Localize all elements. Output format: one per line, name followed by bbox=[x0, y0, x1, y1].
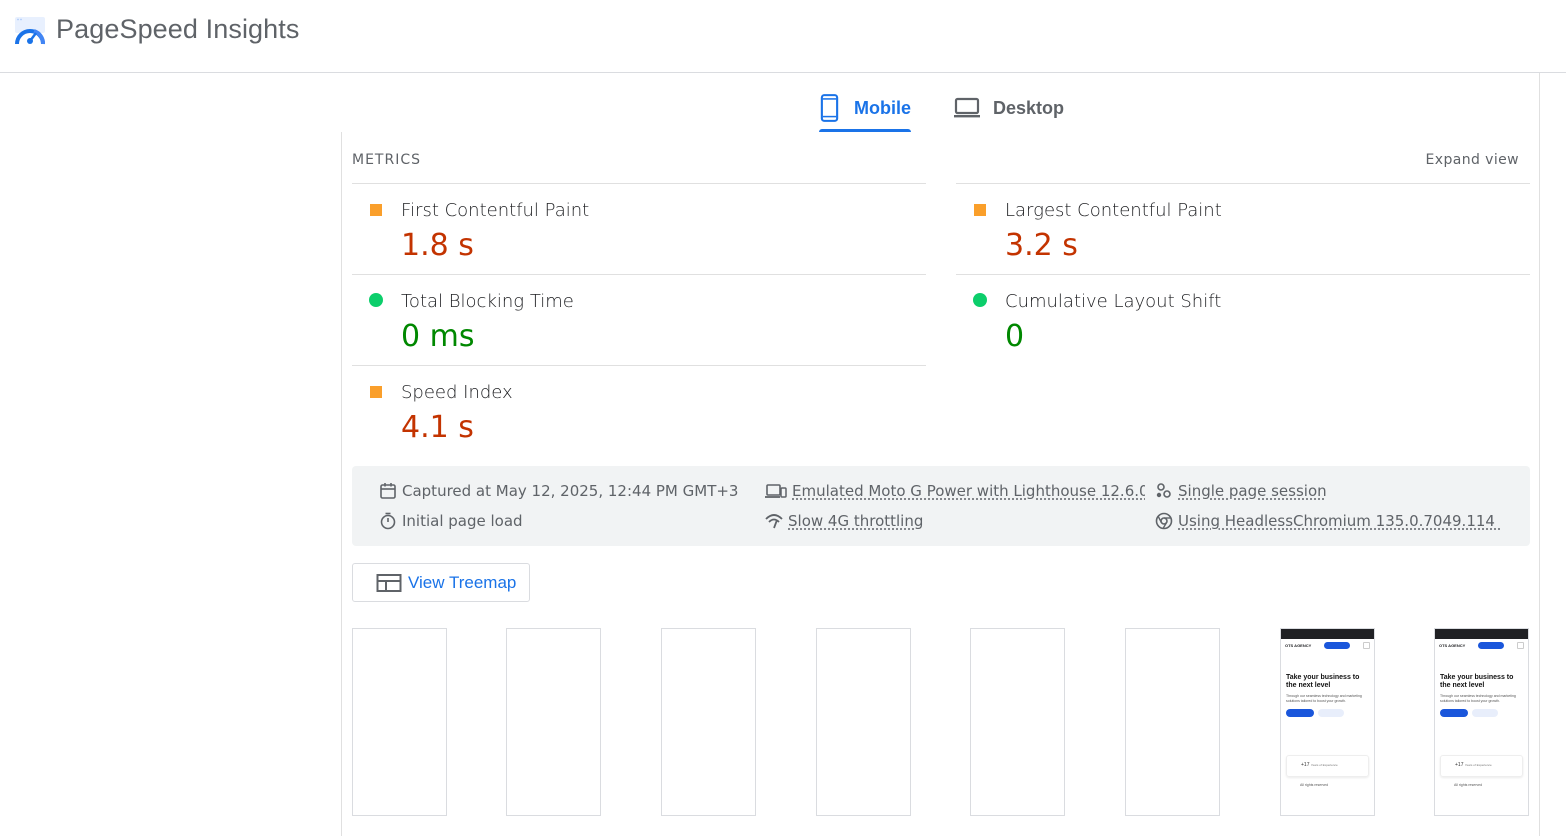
chrome-icon bbox=[1155, 512, 1173, 530]
metric-largest-contentful-paint: Largest Contentful Paint 3.2 s bbox=[956, 183, 1530, 274]
smartphone-icon bbox=[820, 94, 839, 122]
average-rating-square-icon bbox=[370, 386, 382, 398]
browser-text: Using HeadlessChromium 135.0.7049.114 wi… bbox=[1178, 512, 1500, 530]
treemap-icon bbox=[376, 573, 402, 592]
content-divider-right bbox=[1539, 73, 1540, 836]
filmstrip-frame-loaded[interactable]: OTS AGENCY Take your business to the nex… bbox=[1280, 628, 1375, 816]
throttling-text: Slow 4G throttling bbox=[788, 512, 924, 530]
filmstrip-frame[interactable] bbox=[970, 628, 1065, 816]
content-divider-left bbox=[341, 132, 342, 836]
screenshot-contact-pill bbox=[1478, 642, 1505, 649]
people-icon bbox=[1156, 483, 1171, 498]
tab-desktop-label: Desktop bbox=[993, 97, 1065, 118]
screenshot-headline: Take your business to the next level bbox=[1440, 674, 1514, 689]
screenshot-stat-label: Years of Experience bbox=[1464, 763, 1492, 767]
good-rating-circle-icon bbox=[973, 293, 987, 307]
filmstrip-frame[interactable] bbox=[352, 628, 447, 816]
screenshot-stat: +17 bbox=[1455, 762, 1464, 768]
screenshot-subtext: Through our seamless technology and mark… bbox=[1440, 694, 1516, 703]
screenshot-footer: All rights reserved bbox=[1300, 783, 1329, 787]
run-info-panel: Captured at May 12, 2025, 12:44 PM GMT+3… bbox=[352, 466, 1530, 546]
screenshot-buttons bbox=[1286, 709, 1369, 717]
signal-icon bbox=[765, 514, 783, 529]
screenshot-secondary-button bbox=[1472, 709, 1498, 717]
good-rating-circle-icon bbox=[369, 293, 383, 307]
tab-mobile[interactable]: Mobile bbox=[819, 84, 911, 132]
metric-name: Speed Index bbox=[401, 382, 513, 403]
captured-at: Captured at May 12, 2025, 12:44 PM GMT+3 bbox=[379, 482, 738, 500]
screenshot-headline: Take your business to the next level bbox=[1286, 674, 1360, 689]
expand-view-button[interactable]: Expand view bbox=[1426, 152, 1519, 168]
view-treemap-label: View Treemap bbox=[408, 572, 517, 592]
metric-value: 0 bbox=[1005, 319, 1025, 354]
devices-icon bbox=[765, 484, 787, 498]
metric-first-contentful-paint: First Contentful Paint 1.8 s bbox=[352, 183, 926, 274]
menu-icon bbox=[1363, 642, 1370, 649]
session-type[interactable]: Single page session bbox=[1155, 482, 1327, 500]
filmstrip-frame[interactable] bbox=[1125, 628, 1220, 816]
metric-value: 4.1 s bbox=[401, 410, 474, 445]
session-text: Single page session bbox=[1178, 482, 1327, 500]
screenshot-stat-card: +17 Years of Experience bbox=[1440, 755, 1523, 777]
metric-value: 1.8 s bbox=[401, 228, 474, 263]
filmstrip-frame[interactable] bbox=[506, 628, 601, 816]
screenshot-buttons bbox=[1440, 709, 1523, 717]
screenshot-primary-button bbox=[1440, 709, 1468, 717]
filmstrip-frame[interactable] bbox=[816, 628, 911, 816]
top-bar: PageSpeed Insights bbox=[0, 0, 1566, 73]
metric-value: 0 ms bbox=[401, 319, 475, 354]
metrics-heading: METRICS bbox=[352, 152, 421, 168]
view-treemap-button[interactable]: View Treemap bbox=[352, 563, 530, 602]
stopwatch-icon bbox=[380, 512, 396, 530]
screenshot-footer: All rights reserved bbox=[1454, 783, 1483, 787]
metric-value: 3.2 s bbox=[1005, 228, 1078, 263]
captured-at-text: Captured at May 12, 2025, 12:44 PM GMT+3 bbox=[402, 482, 739, 500]
screenshot-status-bar bbox=[1281, 629, 1374, 639]
screenshot-status-bar bbox=[1435, 629, 1528, 639]
page-load-type: Initial page load bbox=[379, 512, 523, 530]
screenshot-secondary-button bbox=[1318, 709, 1344, 717]
screenshot-stat-card: +17 Years of Experience bbox=[1286, 755, 1369, 777]
pagespeed-logo-icon bbox=[15, 17, 45, 45]
calendar-icon bbox=[380, 483, 396, 499]
metric-name: Total Blocking Time bbox=[401, 291, 574, 312]
metric-name: First Contentful Paint bbox=[401, 200, 590, 221]
metric-speed-index: Speed Index 4.1 s bbox=[352, 365, 926, 456]
average-rating-square-icon bbox=[974, 204, 986, 216]
tab-mobile-label: Mobile bbox=[854, 97, 911, 118]
screenshot-subtext: Through our seamless technology and mark… bbox=[1286, 694, 1362, 703]
metric-cumulative-layout-shift: Cumulative Layout Shift 0 bbox=[956, 274, 1530, 365]
laptop-icon bbox=[954, 97, 980, 118]
screenshot-brand: OTS AGENCY bbox=[1285, 643, 1312, 648]
metric-total-blocking-time: Total Blocking Time 0 ms bbox=[352, 274, 926, 365]
average-rating-square-icon bbox=[370, 204, 382, 216]
screenshot-nav: OTS AGENCY bbox=[1281, 639, 1374, 652]
screenshot-nav: OTS AGENCY bbox=[1435, 639, 1528, 652]
metric-name: Cumulative Layout Shift bbox=[1005, 291, 1222, 312]
screenshot-brand: OTS AGENCY bbox=[1439, 643, 1466, 648]
screenshot-stat-label: Years of Experience bbox=[1310, 763, 1338, 767]
metric-name: Largest Contentful Paint bbox=[1005, 200, 1222, 221]
filmstrip-frame-loaded[interactable]: OTS AGENCY Take your business to the nex… bbox=[1434, 628, 1529, 816]
network-throttling[interactable]: Slow 4G throttling bbox=[765, 512, 923, 530]
tab-desktop[interactable]: Desktop bbox=[953, 84, 1083, 132]
screenshot-stat: +17 bbox=[1301, 762, 1310, 768]
screenshot-contact-pill bbox=[1324, 642, 1351, 649]
screenshot-primary-button bbox=[1286, 709, 1314, 717]
emulated-device[interactable]: Emulated Moto G Power with Lighthouse 12… bbox=[765, 482, 1145, 500]
active-tab-indicator bbox=[819, 129, 911, 132]
app-title: PageSpeed Insights bbox=[56, 14, 300, 44]
browser-version[interactable]: Using HeadlessChromium 135.0.7049.114 wi… bbox=[1155, 512, 1500, 530]
filmstrip-frame[interactable] bbox=[661, 628, 756, 816]
emulated-device-text: Emulated Moto G Power with Lighthouse 12… bbox=[792, 482, 1145, 500]
menu-icon bbox=[1517, 642, 1524, 649]
page-load-text: Initial page load bbox=[402, 512, 523, 530]
